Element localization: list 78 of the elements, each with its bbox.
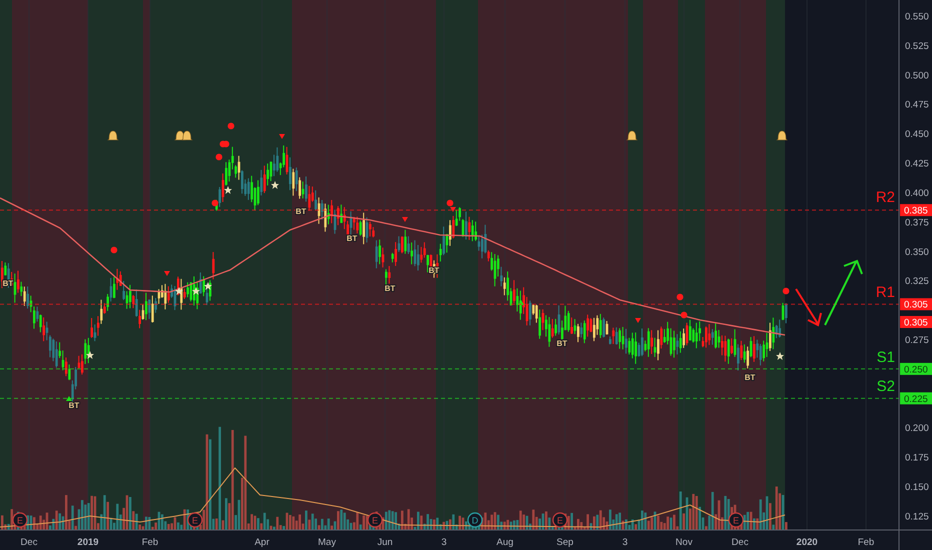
star-icon xyxy=(192,287,200,295)
bell-icon xyxy=(182,130,192,140)
price-tick-label: 0.475 xyxy=(905,100,929,111)
signal-label: BT xyxy=(68,401,80,410)
event-marker[interactable]: E xyxy=(552,512,568,528)
event-marker[interactable]: E xyxy=(367,512,383,528)
star-icon xyxy=(175,287,183,295)
price-tick-label: 0.425 xyxy=(905,158,929,170)
star-icon xyxy=(776,352,784,360)
event-marker[interactable]: E xyxy=(12,512,28,528)
signal-label: BT xyxy=(296,207,306,216)
time-axis-label: Nov xyxy=(676,537,692,548)
time-axis-label: Feb xyxy=(858,537,874,548)
down-triangle-icon xyxy=(450,207,456,212)
signal-dot xyxy=(446,200,454,206)
last-price-tag: 0.305 xyxy=(900,316,932,328)
signal-dot xyxy=(110,246,118,254)
price-tick-label: 0.500 xyxy=(905,70,929,82)
price-tag: 0.385 xyxy=(900,204,932,217)
time-axis-label: Dec xyxy=(732,537,748,548)
up-triangle-icon xyxy=(66,396,72,401)
time-axis-label: May xyxy=(318,537,336,548)
up-triangle-icon xyxy=(518,300,524,305)
signal-dot xyxy=(212,200,218,206)
star-icon xyxy=(271,181,279,189)
star-icon xyxy=(204,282,212,290)
down-triangle-icon xyxy=(279,134,285,139)
price-tick-label: 0.525 xyxy=(905,40,929,52)
price-tag: 0.305 xyxy=(900,298,932,311)
price-tick-label: 0.375 xyxy=(905,217,929,228)
price-tick-label: 0.275 xyxy=(905,335,929,346)
signal-label: BT xyxy=(556,339,568,348)
signal-label: BT xyxy=(428,266,440,275)
price-tick-label: 0.125 xyxy=(905,511,929,522)
bell-icon xyxy=(626,130,638,140)
signal-label: BT xyxy=(384,284,396,293)
price-tick-label: 0.350 xyxy=(905,246,929,258)
level-label: S1 xyxy=(876,349,895,366)
price-tick-label: 0.175 xyxy=(905,452,929,464)
price-tick-label: 0.450 xyxy=(905,129,929,140)
price-tick-label: 0.325 xyxy=(905,276,929,288)
time-axis-label: Jun xyxy=(377,537,393,548)
event-marker[interactable]: D xyxy=(467,512,483,528)
time-axis-label: 3 xyxy=(622,537,628,548)
down-triangle-icon xyxy=(164,271,170,276)
bell-icon xyxy=(108,130,118,140)
signal-label: BT xyxy=(744,373,756,382)
arrow-drawing xyxy=(824,260,863,326)
star-icon xyxy=(86,351,94,359)
level-label: R1 xyxy=(876,284,895,301)
signal-dot xyxy=(216,154,222,160)
star-icon xyxy=(224,186,232,194)
signal-dot xyxy=(782,288,790,294)
price-tick-label: 0.550 xyxy=(905,12,929,22)
price-tag: 0.225 xyxy=(900,392,932,405)
signal-dot xyxy=(228,122,234,130)
time-axis-label: Apr xyxy=(254,537,270,548)
time-axis-label: 2019 xyxy=(77,537,99,548)
arrow-drawing xyxy=(795,288,822,326)
time-axis-label: Aug xyxy=(496,537,514,548)
level-label: R2 xyxy=(876,189,895,206)
price-tick-label: 0.400 xyxy=(905,188,929,199)
price-tag: 0.250 xyxy=(900,362,932,376)
time-axis-label: 3 xyxy=(441,537,447,548)
price-tick-label: 0.150 xyxy=(905,482,929,494)
time-axis-label: Dec xyxy=(20,537,38,548)
event-marker[interactable]: E xyxy=(187,512,203,528)
event-marker[interactable]: E xyxy=(728,512,744,528)
bell-icon xyxy=(776,130,788,140)
signal-dot xyxy=(680,312,688,318)
level-label: S2 xyxy=(876,378,895,395)
signal-dot xyxy=(676,294,684,300)
time-axis-label: Sep xyxy=(556,537,574,548)
time-axis-label: 2020 xyxy=(796,537,818,548)
price-tick-label: 0.200 xyxy=(905,423,929,434)
down-triangle-icon xyxy=(402,217,408,222)
time-axis-label: Feb xyxy=(142,537,158,548)
down-triangle-icon xyxy=(635,318,641,323)
